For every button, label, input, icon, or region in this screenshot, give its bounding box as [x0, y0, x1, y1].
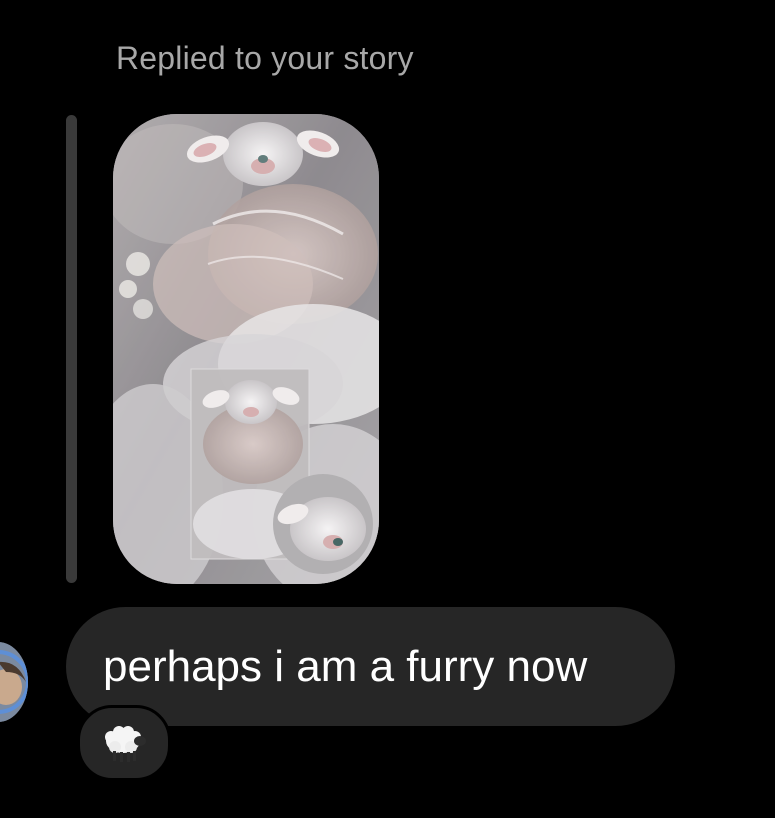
user-avatar[interactable] [0, 642, 28, 722]
reaction-badge[interactable] [77, 705, 171, 781]
reply-indicator-bar [66, 115, 77, 583]
sheep-emoji-icon [101, 721, 147, 765]
reply-caption: Replied to your story [116, 40, 414, 76]
avatar-icon [0, 642, 28, 722]
story-thumbnail[interactable] [113, 114, 379, 584]
message-text: perhaps i am a furry now [103, 642, 588, 691]
story-image [113, 114, 379, 584]
